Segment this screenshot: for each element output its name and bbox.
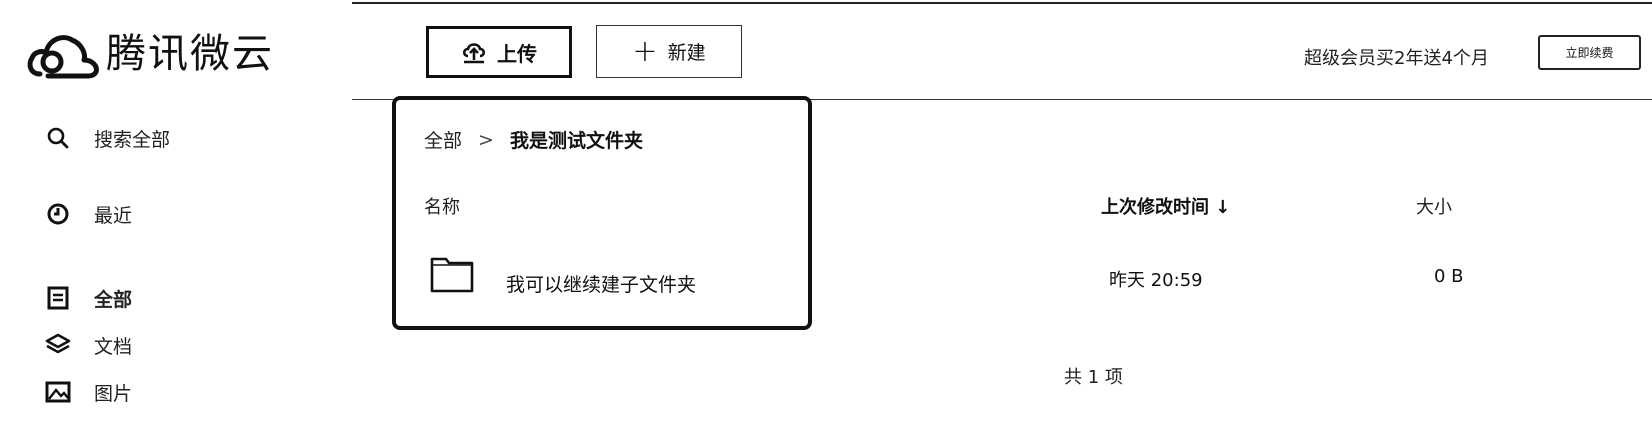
file-size: 0 B [1434,266,1464,287]
app-logo[interactable]: 腾讯微云 [26,26,274,82]
upload-icon [461,40,487,64]
app-root: 腾讯微云 搜索全部 最近 全部 文档 图片 上传 + 新建 超级会员买2年送4个… [0,0,1652,425]
image-icon [44,378,72,406]
sidebar-item-images[interactable]: 图片 [44,378,132,406]
upload-button[interactable]: 上传 [426,26,572,78]
breadcrumb-root[interactable]: 全部 [424,126,462,153]
app-title: 腾讯微云 [106,31,274,77]
sidebar-item-label: 文档 [94,335,133,358]
new-label: 新建 [667,42,706,64]
top-divider [352,2,1652,4]
file-name[interactable]: 我可以继续建子文件夹 [506,270,696,297]
upload-label: 上传 [497,41,537,66]
search-icon [44,124,72,152]
breadcrumb: 全部 > 我是测试文件夹 [424,126,643,153]
renew-button[interactable]: 立即续费 [1538,35,1641,70]
file-modified-time: 昨天 20:59 [1109,270,1203,291]
sidebar-item-all[interactable]: 全部 [44,284,132,312]
sidebar-item-label: 搜索全部 [94,128,171,151]
sidebar-item-recent[interactable]: 最近 [44,200,132,228]
sidebar-item-label: 图片 [94,382,133,405]
plus-icon: + [632,33,658,69]
layers-icon [44,331,72,359]
breadcrumb-separator: > [478,128,494,151]
sidebar-item-label: 最近 [94,204,133,227]
sidebar-item-documents[interactable]: 文档 [44,331,132,359]
new-button[interactable]: + 新建 [596,25,742,78]
clock-icon [44,200,72,228]
cloud-logo-icon [27,35,99,79]
column-header-size[interactable]: 大小 [1416,193,1452,219]
item-count: 共 1 项 [1064,367,1123,388]
column-header-modified[interactable]: 上次修改时间 ↓ [1101,193,1230,219]
document-list-icon [44,284,72,312]
column-header-name[interactable]: 名称 [424,193,460,219]
sidebar-item-search[interactable]: 搜索全部 [44,124,170,152]
vip-promo-text[interactable]: 超级会员买2年送4个月 [1304,44,1489,70]
folder-icon[interactable] [430,255,474,297]
sidebar-item-label: 全部 [94,288,133,311]
breadcrumb-current: 我是测试文件夹 [509,130,643,152]
